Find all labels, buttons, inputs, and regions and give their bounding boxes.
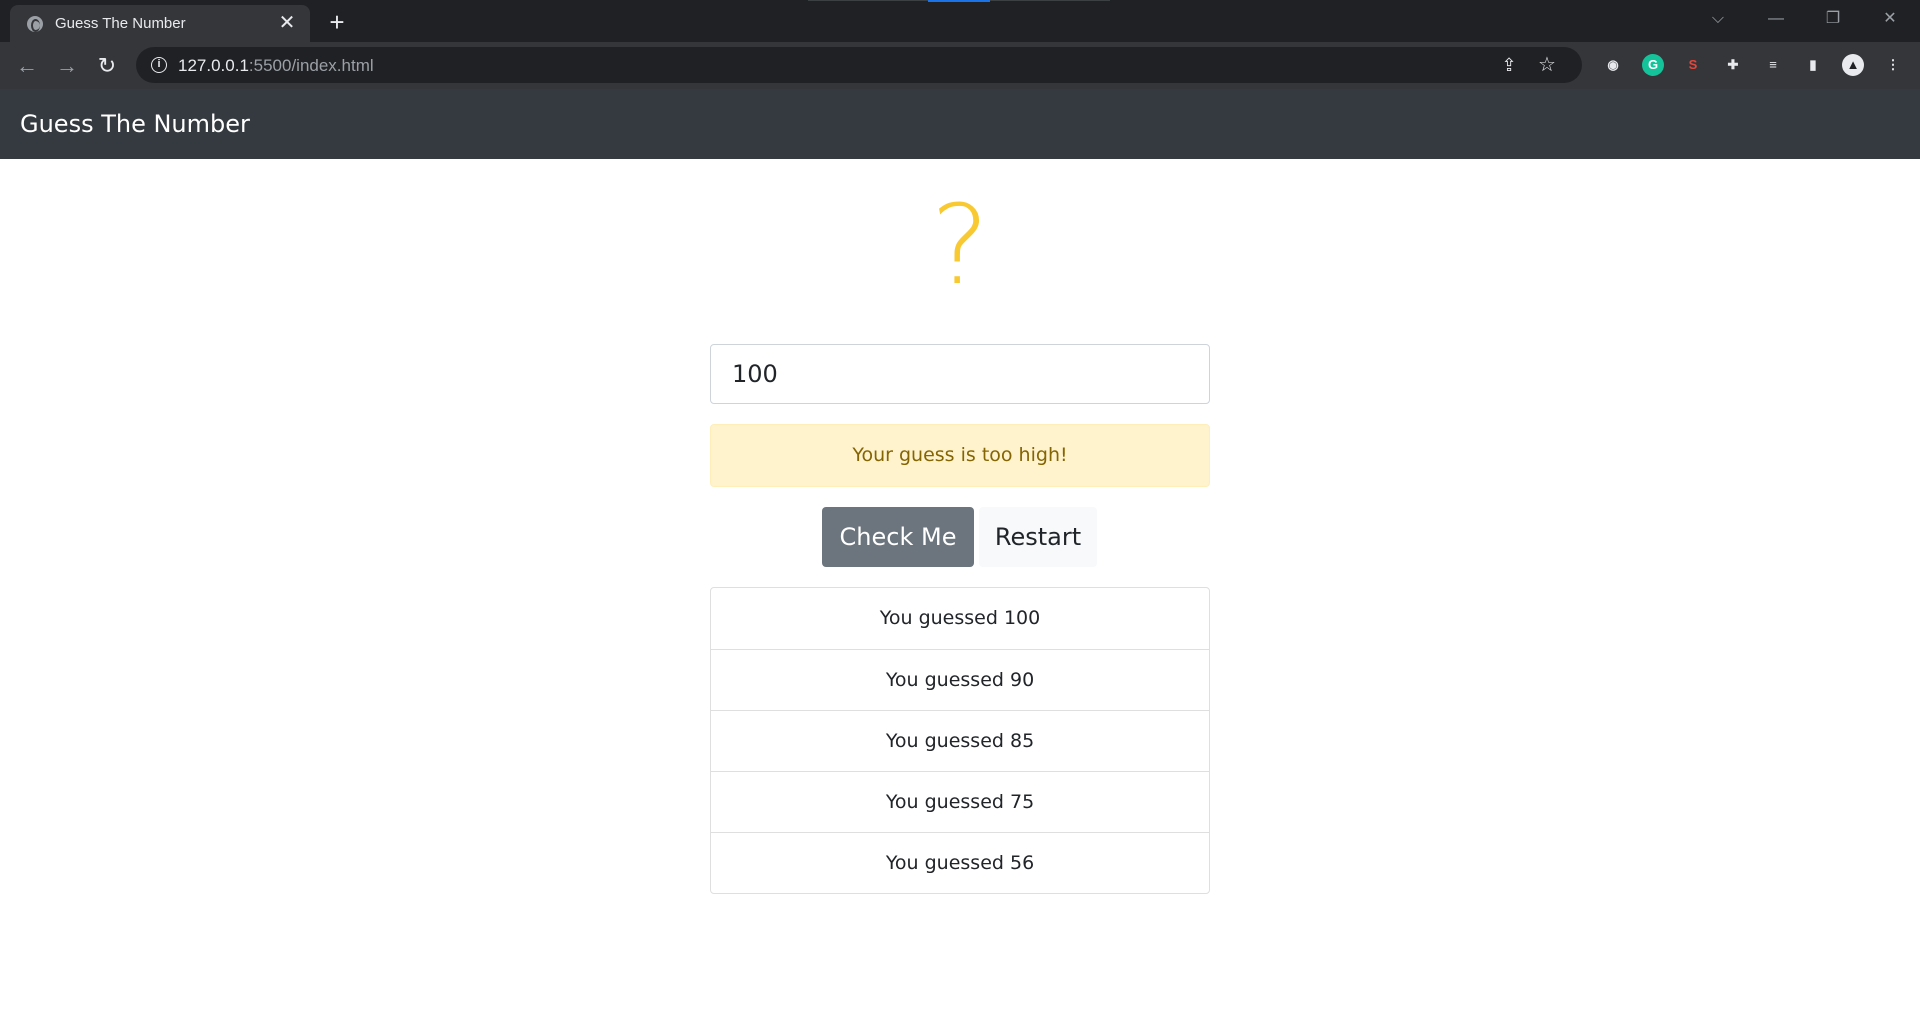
restore-window-button[interactable]: ❐ xyxy=(1805,0,1861,38)
tabstrip-indicator xyxy=(808,0,1110,2)
color-picker-extension-icon[interactable]: ◉ xyxy=(1602,54,1624,76)
guess-list-item: You guessed 85 xyxy=(711,710,1209,771)
grammarly-extension-icon[interactable]: G xyxy=(1642,54,1664,76)
url-text[interactable]: 127.0.0.1:5500/index.html xyxy=(178,56,374,76)
side-panel-icon[interactable]: ▮ xyxy=(1802,54,1824,76)
address-bar[interactable]: i 127.0.0.1:5500/index.html ⇪ ☆ xyxy=(136,47,1582,83)
forward-arrow-icon[interactable]: → xyxy=(52,51,82,81)
back-arrow-icon[interactable]: ← xyxy=(12,51,42,81)
feedback-alert: Your guess is too high! xyxy=(710,424,1210,487)
mystery-number-symbol: ? xyxy=(930,181,990,309)
browser-tab-active[interactable]: Guess The Number ✕ xyxy=(10,5,310,42)
url-host: 127.0.0.1 xyxy=(178,56,249,75)
puzzle-extensions-icon[interactable]: ✚ xyxy=(1722,54,1744,76)
site-info-icon[interactable]: i xyxy=(151,57,167,73)
minimize-window-button[interactable]: — xyxy=(1748,0,1804,38)
kebab-menu-icon[interactable]: ⋮ xyxy=(1882,54,1904,76)
new-tab-button[interactable]: + xyxy=(322,8,352,36)
tabstrip-indicator-highlight xyxy=(928,0,990,2)
share-icon[interactable]: ⇪ xyxy=(1498,55,1520,75)
globe-favicon-icon xyxy=(27,16,43,32)
browser-toolbar: ← → ↻ i 127.0.0.1:5500/index.html ⇪ ☆ ◉ G… xyxy=(0,42,1920,89)
reload-icon[interactable]: ↻ xyxy=(92,51,122,81)
bookmark-star-icon[interactable]: ☆ xyxy=(1536,54,1558,76)
tab-search-dropdown-icon[interactable]: ⌵ xyxy=(1690,0,1746,38)
shield-extension-icon[interactable]: S xyxy=(1682,54,1704,76)
url-path: :5500/index.html xyxy=(248,56,374,75)
close-window-button[interactable]: ✕ xyxy=(1862,0,1918,38)
guess-list-item: You guessed 56 xyxy=(711,832,1209,893)
tab-title: Guess The Number xyxy=(55,15,186,32)
navbar-brand[interactable]: Guess The Number xyxy=(20,110,250,138)
guess-list-item: You guessed 90 xyxy=(711,649,1209,710)
profile-avatar-icon[interactable]: ▲ xyxy=(1842,54,1864,76)
guess-list-item: You guessed 75 xyxy=(711,771,1209,832)
reading-list-icon[interactable]: ≡ xyxy=(1762,54,1784,76)
guess-history-list: You guessed 100 You guessed 90 You guessed… xyxy=(710,587,1210,894)
guess-list-item: You guessed 100 xyxy=(879,607,1041,629)
browser-tabstrip: Guess The Number ✕ + ⌵ — ❐ ✕ xyxy=(0,0,1920,42)
restart-button[interactable]: Restart xyxy=(979,507,1097,567)
guess-input[interactable] xyxy=(710,344,1210,404)
tab-close-icon[interactable]: ✕ xyxy=(276,12,298,34)
app-navbar: Guess The Number xyxy=(0,89,1920,159)
check-me-button[interactable]: Check Me xyxy=(822,507,974,567)
